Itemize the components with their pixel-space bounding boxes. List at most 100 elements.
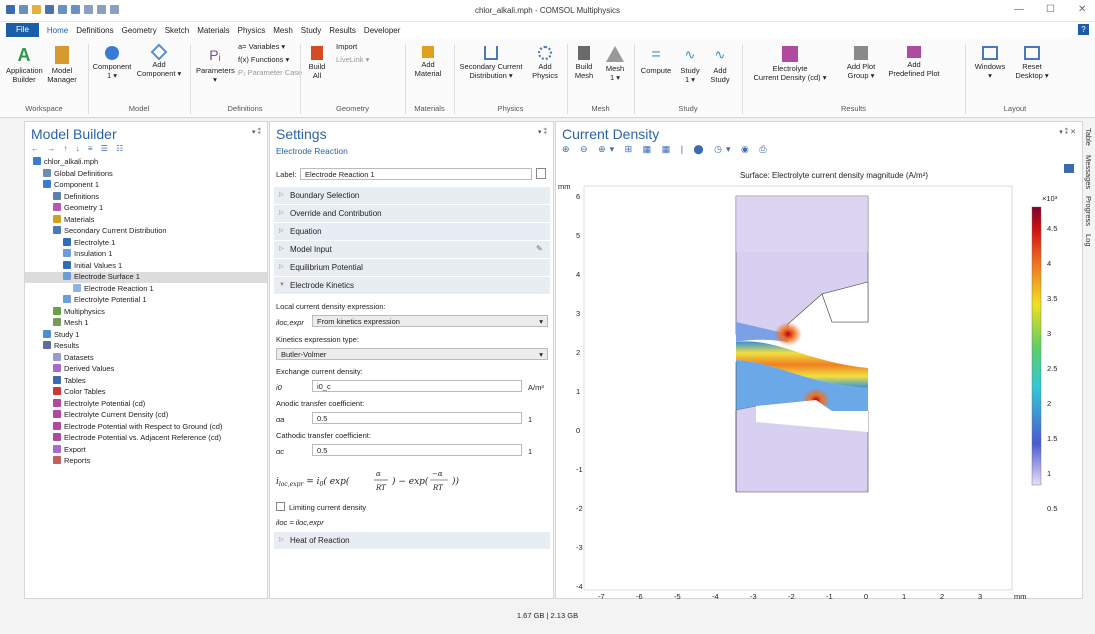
tree-item[interactable]: Derived Values <box>53 364 114 374</box>
tree-item[interactable]: Initial Values 1 <box>63 260 122 271</box>
label-edit-icon[interactable] <box>536 168 546 179</box>
tab-sketch[interactable]: Sketch <box>161 26 193 35</box>
alpha-c-field[interactable]: 0.5 <box>312 444 522 456</box>
tree-item[interactable]: Datasets <box>53 352 94 363</box>
tree-item[interactable]: Study 1 <box>43 329 79 340</box>
tab-home[interactable]: Home <box>43 26 72 35</box>
tree-item[interactable]: Secondary Current Distribution <box>53 226 167 236</box>
maximize-button[interactable]: ☐ <box>1046 4 1055 15</box>
limiting-checkbox[interactable] <box>276 502 285 511</box>
component-icon <box>105 46 119 60</box>
add-material-button[interactable]: Add Material <box>408 46 448 78</box>
tree-item[interactable]: Definitions <box>53 191 99 202</box>
tab-study[interactable]: Study <box>297 26 325 35</box>
tree-item[interactable]: Electrolyte 1 <box>63 237 115 248</box>
tab-results[interactable]: Results <box>325 26 360 35</box>
alpha-a-field[interactable]: 0.5 <box>312 412 522 424</box>
tree-toolbar[interactable]: ← → ↑ ↓ ≡ ☰ ☷ <box>31 144 126 153</box>
graphics-toolbar[interactable]: ⊕ ⊖ ⊕▾ ⊞ ▦ ▦ | ⬤ ◷▾ ◉ ⎙ <box>562 144 771 155</box>
tree-item-label: Geometry 1 <box>64 203 104 212</box>
add-plot-group-button[interactable]: Add Plot Group ▾ <box>838 46 884 80</box>
tree-item[interactable]: Mesh 1 <box>53 318 89 328</box>
model-builder-panel: Model Builder ▾ ⁑ ← → ↑ ↓ ≡ ☰ ☷ chlor_al… <box>24 121 268 599</box>
tree-node-icon <box>53 306 61 315</box>
tree-item[interactable]: Global Definitions <box>43 168 113 179</box>
section-heat-of-reaction[interactable]: Heat of Reaction <box>274 532 550 549</box>
kinetics-select[interactable]: Butler-Volmer ▾ <box>276 348 548 360</box>
section-model-input[interactable]: Model Input <box>274 241 550 258</box>
tree-item[interactable]: Electrolyte Current Density (cd) <box>53 410 168 420</box>
tab-physics[interactable]: Physics <box>234 26 270 35</box>
section-equation[interactable]: Equation <box>274 223 550 240</box>
tab-mesh[interactable]: Mesh <box>269 26 297 35</box>
tree-item[interactable]: Insulation 1 <box>63 249 112 259</box>
tree-item[interactable]: Geometry 1 <box>53 203 103 213</box>
tab-developer[interactable]: Developer <box>360 26 404 35</box>
label-field[interactable]: Electrode Reaction 1 <box>300 168 532 180</box>
tree-item[interactable]: Results <box>43 341 79 351</box>
study-1-button[interactable]: ∿ Study 1 ▾ <box>676 46 704 84</box>
section-override-contribution[interactable]: Override and Contribution <box>274 205 550 222</box>
windows-button[interactable]: Windows ▾ <box>972 46 1008 80</box>
tree-item[interactable]: Multiphysics <box>53 306 105 317</box>
build-all-button[interactable]: Build All <box>303 46 331 80</box>
tree-item[interactable]: Materials <box>53 214 94 225</box>
parameters-button[interactable]: Pᵢ Parameters ▾ <box>196 46 235 84</box>
variables-button[interactable]: a= Variables ▾ <box>238 42 285 51</box>
tree-item[interactable]: Electrode Potential vs. Adjacent Referen… <box>53 433 221 443</box>
tree-item[interactable]: Reports <box>53 456 90 466</box>
table-tab[interactable]: Table <box>1084 128 1093 146</box>
i0-field[interactable]: i0_c <box>312 380 522 392</box>
tree-item[interactable]: Electrode Potential with Respect to Grou… <box>53 421 222 432</box>
file-tab[interactable]: File <box>6 23 39 37</box>
compute-button[interactable]: = Compute <box>638 46 674 75</box>
local-cd-select[interactable]: From kinetics expression ▾ <box>312 315 548 327</box>
pencil-icon[interactable]: ✎ <box>536 244 543 253</box>
tree-item[interactable]: Color Tables <box>53 387 106 397</box>
section-electrode-kinetics[interactable]: Electrode Kinetics <box>274 277 550 294</box>
add-study-button[interactable]: ∿ Add Study <box>706 46 734 84</box>
tab-definitions[interactable]: Definitions <box>72 26 117 35</box>
minimize-button[interactable]: — <box>1014 4 1024 15</box>
progress-tab[interactable]: Progress <box>1084 196 1093 226</box>
model-manager-button[interactable]: Model Manager <box>44 46 80 84</box>
tree-item[interactable]: chlor_alkali.mph <box>33 157 98 167</box>
tree-item[interactable]: Electrolyte Potential (cd) <box>53 398 145 409</box>
application-builder-button[interactable]: A Application Builder <box>6 46 43 84</box>
tab-geometry[interactable]: Geometry <box>118 26 161 35</box>
tree-item[interactable]: Electrode Surface 1 <box>63 272 140 282</box>
panel-pin-icon[interactable]: ▾ ⁑ <box>252 128 261 136</box>
memory-usage: 1.67 GB | 2.13 GB <box>516 611 579 620</box>
tree-item[interactable]: Electrolyte Potential 1 <box>63 295 147 305</box>
tree-item[interactable]: Component 1 <box>43 180 99 190</box>
component-button[interactable]: Component 1 ▾ <box>92 46 132 80</box>
electrolyte-current-density-button[interactable]: Electrolyte Current Density (cd) ▾ <box>746 46 834 82</box>
tree-item[interactable]: Export <box>53 444 86 455</box>
chevron-down-icon: ▾ <box>539 317 543 326</box>
mesh-1-button[interactable]: Mesh 1 ▾ <box>600 46 630 82</box>
parameter-case-button[interactable]: P₁ Parameter Case <box>238 68 302 77</box>
group-geometry: Geometry <box>336 104 369 113</box>
add-predefined-plot-button[interactable]: Add Predefined Plot <box>886 46 942 78</box>
upper-light-fill <box>736 196 868 252</box>
messages-tab[interactable]: Messages <box>1084 155 1093 189</box>
tree-item[interactable]: Tables <box>53 375 86 386</box>
log-tab[interactable]: Log <box>1084 234 1093 247</box>
add-component-button[interactable]: Add Component ▾ <box>134 43 184 78</box>
tree-item[interactable]: Electrode Reaction 1 <box>73 283 154 294</box>
functions-button[interactable]: f(x) Functions ▾ <box>238 55 289 64</box>
tab-materials[interactable]: Materials <box>193 26 233 35</box>
build-mesh-button[interactable]: Build Mesh <box>570 46 598 80</box>
ribbon: A Application Builder Model Manager Comp… <box>0 38 1095 118</box>
section-equilibrium-potential[interactable]: Equilibrium Potential <box>274 259 550 276</box>
section-boundary-selection[interactable]: Boundary Selection <box>274 187 550 204</box>
panel-pin-icon[interactable]: ▾ ⁑ <box>538 128 547 136</box>
add-physics-button[interactable]: Add Physics <box>528 46 562 80</box>
secondary-current-distribution-button[interactable]: Secondary Current Distribution ▾ <box>456 46 526 80</box>
livelink-button[interactable]: LiveLink ▾ <box>336 55 369 64</box>
import-button[interactable]: Import <box>336 42 357 51</box>
close-button[interactable]: ✕ <box>1078 4 1086 15</box>
help-button[interactable]: ? <box>1078 24 1089 35</box>
panel-controls-icon[interactable]: ▾ ⁑ ✕ <box>1059 128 1076 136</box>
reset-desktop-button[interactable]: Reset Desktop ▾ <box>1012 46 1052 80</box>
